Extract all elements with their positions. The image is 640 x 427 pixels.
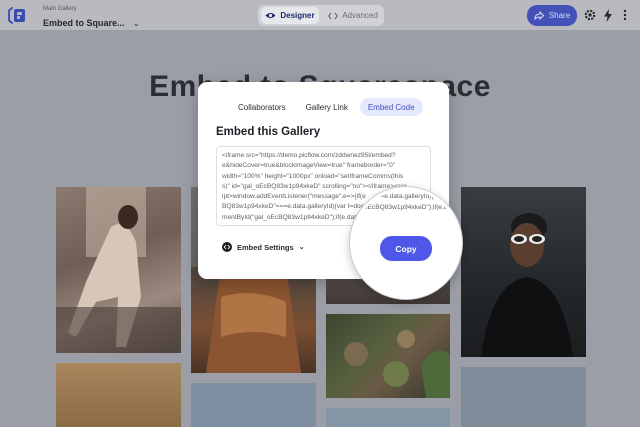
breadcrumb: Main Gallery Embed to Square... ⌄	[43, 6, 140, 31]
share-button[interactable]: Share	[527, 5, 577, 26]
code-line: BQ83w1p94xkeD"===e.data.galleryId){var t…	[351, 193, 461, 201]
gear-icon[interactable]	[584, 9, 596, 21]
tab-collaborators[interactable]: Collaborators	[230, 98, 294, 116]
designer-toggle-button[interactable]: Designer	[261, 7, 319, 24]
share-label: Share	[548, 11, 571, 20]
gallery-photo-woman-chair[interactable]	[56, 187, 181, 353]
advanced-label: Advanced	[342, 11, 378, 20]
copy-button[interactable]: Copy	[380, 236, 432, 261]
code-line: e&hideCover=true&blockImageView=true" fr…	[222, 162, 396, 170]
code-line: mentById("gal_oEcBQ83w1p94xkeD");if(e.da…	[350, 203, 459, 211]
code-circle-icon	[222, 242, 232, 252]
tab-gallery-link[interactable]: Gallery Link	[298, 98, 356, 116]
bolt-icon[interactable]	[603, 9, 613, 22]
logo-icon[interactable]	[8, 7, 27, 24]
embed-settings-label: Embed Settings	[237, 242, 294, 252]
gallery-photo-sky-2[interactable]	[326, 408, 450, 427]
embed-settings-dropdown[interactable]: Embed Settings ⌄	[222, 242, 305, 252]
gallery-name[interactable]: Embed to Square...	[43, 18, 125, 29]
code-line: width="100%" height="1000px" onload="set…	[222, 172, 404, 180]
gallery-photo-warm[interactable]	[56, 363, 181, 427]
chevron-down-icon[interactable]: ⌄	[133, 19, 140, 28]
code-icon	[328, 12, 339, 19]
gallery-photo-man-sunglasses[interactable]	[461, 187, 586, 357]
spotlight-code-excerpt: ipt>window.addEventListener("message",e=…	[350, 190, 461, 213]
view-toggle: Designer Advanced	[258, 5, 384, 26]
share-icon	[534, 11, 544, 20]
code-line: <iframe src="https://demo.picflow.com/zd…	[222, 152, 396, 159]
more-vertical-icon[interactable]	[623, 9, 627, 21]
modal-tabs: Collaborators Gallery Link Embed Code	[230, 98, 423, 116]
modal-heading: Embed this Gallery	[216, 126, 321, 138]
gallery-photo-food[interactable]	[326, 314, 450, 398]
chevron-down-icon: ⌄	[298, 244, 305, 251]
eye-icon	[265, 13, 276, 18]
top-bar: Main Gallery Embed to Square... ⌄ Design…	[0, 0, 640, 30]
designer-label: Designer	[280, 11, 315, 20]
gallery-photo-sky[interactable]	[191, 383, 316, 427]
advanced-toggle-button[interactable]: Advanced	[324, 7, 382, 24]
breadcrumb-parent[interactable]: Main Gallery	[43, 6, 140, 13]
gallery-photo-sky-3[interactable]	[461, 367, 586, 427]
tab-embed-code[interactable]: Embed Code	[359, 98, 423, 116]
